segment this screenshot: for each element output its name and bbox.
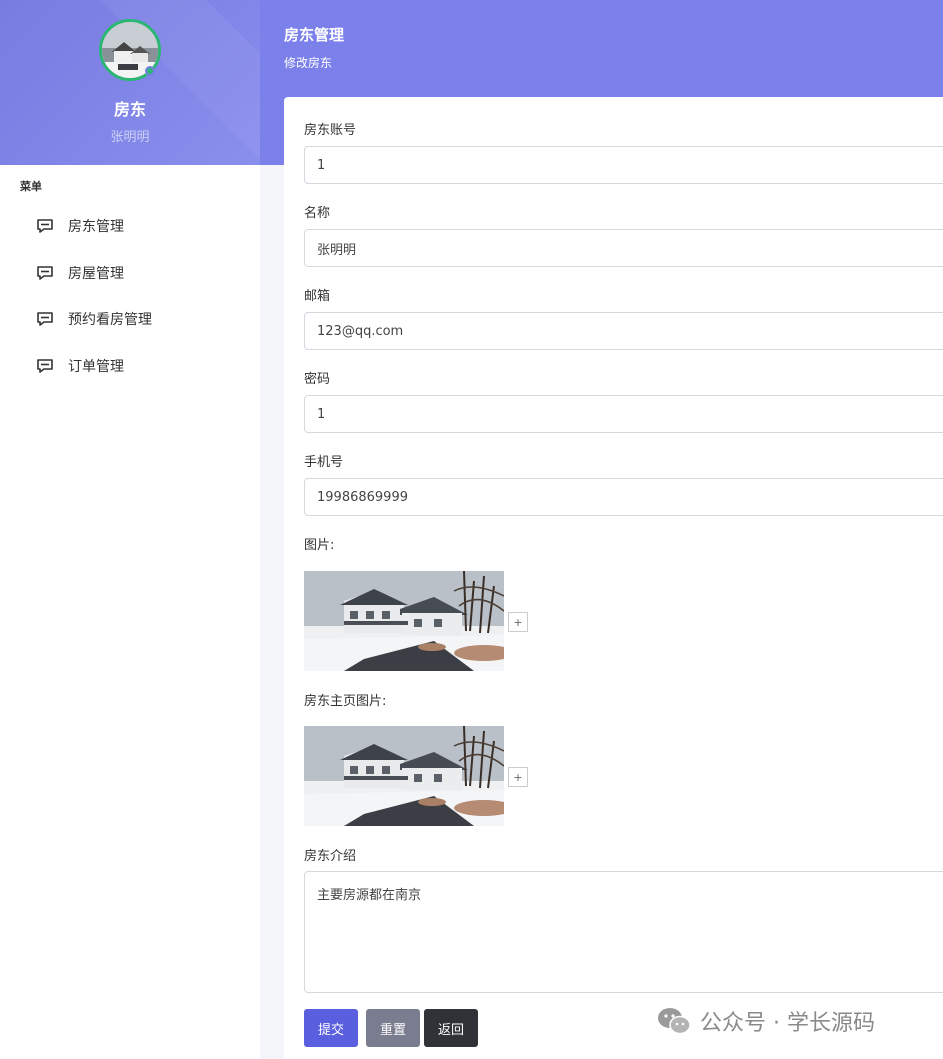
submit-button[interactable]: 提交 [304,1009,358,1047]
sidebar-item-label: 预约看房管理 [68,312,152,328]
sidebar-item-label: 订单管理 [68,359,124,375]
account-input[interactable] [304,146,943,184]
phone-input[interactable] [304,478,943,516]
sidebar-item-house-management[interactable]: 房屋管理 [36,261,124,285]
user-role: 房东 [113,100,146,119]
account-label: 房东账号 [304,123,357,138]
phone-label: 手机号 [304,455,344,470]
name-label: 名称 [304,206,331,221]
wechat-icon [658,1008,691,1035]
sidebar-item-landlord-management[interactable]: 房东管理 [36,214,124,238]
comment-icon [37,266,53,280]
image-label: 图片: [304,538,335,553]
sidebar-item-order-management[interactable]: 订单管理 [36,354,124,378]
sidebar-item-viewing-appointment-management[interactable]: 预约看房管理 [36,307,152,331]
email-input[interactable] [304,312,943,350]
name-input[interactable] [304,229,943,267]
back-button[interactable]: 返回 [424,1009,478,1047]
email-label: 邮箱 [304,289,331,304]
home-image-label: 房东主页图片: [304,694,387,709]
house-image-preview [304,571,504,671]
home-image-preview [304,726,504,826]
watermark-text: 公众号 · 学长源码 [700,1011,875,1036]
menu-title: 菜单 [20,180,42,193]
watermark: 公众号 · 学长源码 [656,1005,875,1037]
sidebar-profile: 房东 张明明 [0,0,260,165]
comment-icon [37,219,53,233]
password-label: 密码 [304,372,331,387]
user-name: 张明明 [110,130,150,145]
intro-textarea[interactable]: 主要房源都在南京 [304,871,943,993]
page-subtitle: 修改房东 [284,56,333,70]
sidebar-item-label: 房东管理 [68,219,124,235]
sidebar: 房东 张明明 菜单 房东管理 房屋管理 预约看房管理 订单管理 [0,0,260,1059]
sidebar-item-label: 房屋管理 [68,266,124,282]
add-home-image-button[interactable]: + [508,767,528,787]
comment-icon [37,359,53,373]
reset-button[interactable]: 重置 [366,1009,420,1047]
comment-icon [37,312,53,326]
add-image-button[interactable]: + [508,612,528,632]
intro-label: 房东介绍 [304,849,357,864]
online-status-dot [145,66,155,76]
password-input[interactable] [304,395,943,433]
page-title: 房东管理 [284,26,345,44]
